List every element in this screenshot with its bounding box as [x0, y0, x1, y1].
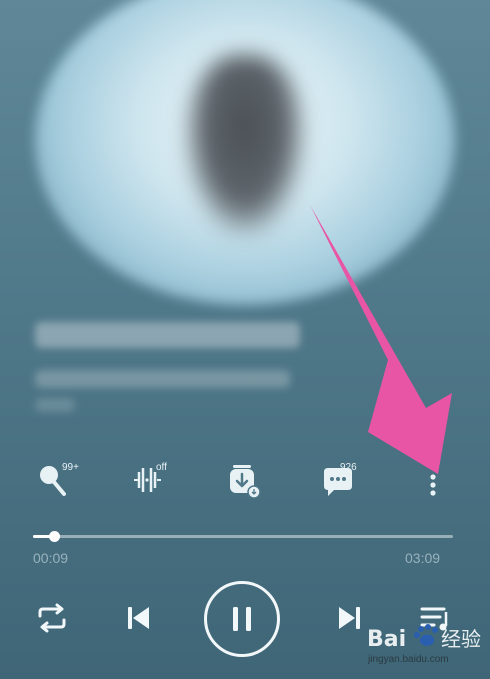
annotation-arrow [310, 205, 452, 474]
baidu-logo-icon: Bai 经验 [367, 624, 481, 652]
svg-text:经验: 经验 [441, 627, 481, 651]
svg-text:Bai: Bai [367, 627, 406, 652]
baidu-jingyan-watermark: Bai 经验 jingyan.baidu.com [360, 620, 485, 675]
watermark-url: jingyan.baidu.com [368, 654, 449, 665]
